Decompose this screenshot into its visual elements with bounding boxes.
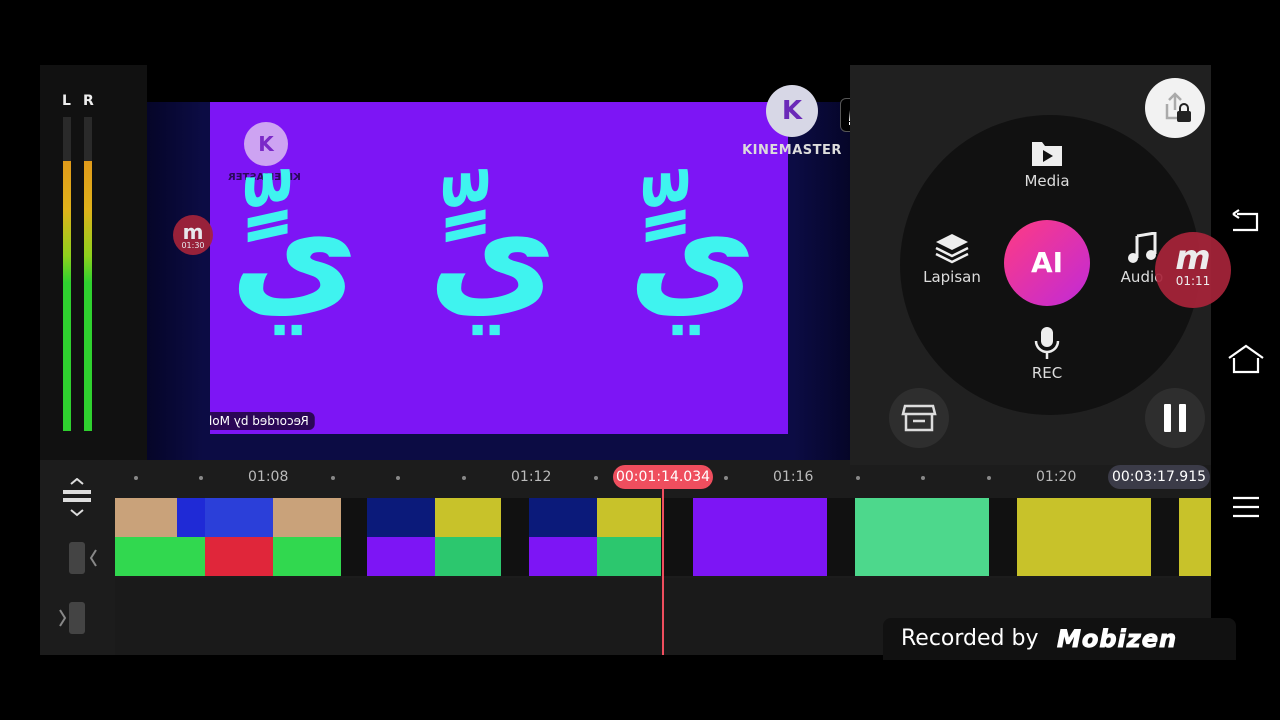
mic-icon xyxy=(1034,327,1060,359)
store-icon xyxy=(901,404,937,432)
media-button[interactable]: Media xyxy=(1015,138,1079,190)
mobizen-badge[interactable]: m 01:11 xyxy=(1155,232,1231,308)
trim-left-handle-icon[interactable] xyxy=(66,540,100,576)
share-lock-button[interactable] xyxy=(1145,78,1205,138)
ai-label: AI xyxy=(1030,246,1064,279)
track-expand-icon[interactable] xyxy=(60,478,94,518)
ai-button[interactable]: AI xyxy=(1004,220,1090,306)
meter-left-label: L xyxy=(62,93,71,109)
audio-icon xyxy=(1128,231,1157,263)
media-label: Media xyxy=(1024,172,1070,190)
ruler-dot xyxy=(199,476,203,480)
mobizen-brand: Mobizen xyxy=(1056,625,1178,654)
ruler-tick-0116: 01:16 xyxy=(773,469,814,485)
video-preview[interactable]: K KINEMASTER يٍّ يٍّ يٍّ Recorded by Mob… xyxy=(147,65,850,460)
meter-right-fill xyxy=(84,160,92,431)
share-lock-icon xyxy=(1165,92,1191,122)
kinemaster-watermark: K KINEMASTER xyxy=(739,85,845,158)
layer-button[interactable]: Lapisan xyxy=(920,232,984,286)
rec-button[interactable]: REC xyxy=(1017,326,1077,382)
home-icon[interactable] xyxy=(1227,344,1265,374)
ruler-dot xyxy=(724,476,728,480)
trim-right-handle-icon[interactable] xyxy=(56,600,90,636)
ruler-tick-0112: 01:12 xyxy=(511,469,552,485)
media-icon xyxy=(1032,142,1062,166)
ruler-dot xyxy=(331,476,335,480)
clip-thumbnail[interactable] xyxy=(693,498,827,576)
clip-thumbnail[interactable] xyxy=(435,498,501,576)
layer-label: Lapisan xyxy=(923,268,981,286)
recorded-by-banner: Recorded by Mobizen xyxy=(883,618,1236,660)
ruler-dot xyxy=(134,476,138,480)
ruler-dot xyxy=(594,476,598,480)
playhead[interactable] xyxy=(662,477,664,655)
meter-right-bar xyxy=(84,117,92,431)
ruler-tick-0108: 01:08 xyxy=(248,469,289,485)
video-frame: K KINEMASTER يٍّ يٍّ يٍّ Recorded by Mob… xyxy=(210,102,788,434)
back-icon[interactable] xyxy=(1229,208,1261,234)
recorded-by-label: Recorded by xyxy=(901,626,1039,651)
mobizen-badge-time: 01:11 xyxy=(1175,274,1211,288)
clip-thumbnail[interactable] xyxy=(115,498,177,576)
mini-badge-time: 01:30 xyxy=(181,241,205,250)
ruler-dot xyxy=(856,476,860,480)
clip-thumbnail[interactable] xyxy=(273,498,341,576)
clip-thumbnail[interactable] xyxy=(1179,498,1211,576)
glyph-1: يٍّ xyxy=(230,172,359,335)
meter-right-label: R xyxy=(83,93,94,109)
layers-icon xyxy=(935,234,969,264)
clip-thumbnail[interactable] xyxy=(205,498,273,576)
rec-label: REC xyxy=(1031,364,1063,382)
pause-button[interactable] xyxy=(1145,388,1205,448)
crown-icon[interactable] xyxy=(840,98,850,132)
mini-kinemaster-logo: K xyxy=(244,122,288,166)
meter-left-fill xyxy=(63,160,71,431)
ruler-dot xyxy=(921,476,925,480)
ruler-dot xyxy=(462,476,466,480)
audio-meter: L R xyxy=(40,65,147,460)
kinemaster-watermark-label: KINEMASTER xyxy=(742,143,842,158)
ruler-tick-0120: 01:20 xyxy=(1036,469,1077,485)
total-time-badge: 00:03:17.915 xyxy=(1108,465,1210,489)
kinemaster-logo-icon: K xyxy=(766,85,818,137)
clip-thumbnail[interactable] xyxy=(529,498,597,576)
asset-store-button[interactable] xyxy=(889,388,949,448)
glyph-2: يٍّ xyxy=(428,172,557,335)
clip-thumbnail[interactable] xyxy=(367,498,435,576)
ruler-dot xyxy=(396,476,400,480)
clip-thumbnail[interactable] xyxy=(855,498,989,576)
mini-mobizen-badge: m 01:30 xyxy=(173,215,213,255)
menu-icon[interactable] xyxy=(1231,494,1261,520)
pause-icon xyxy=(1164,404,1186,432)
clip-thumbnail[interactable] xyxy=(1017,498,1151,576)
glyph-3: يٍّ xyxy=(628,172,757,335)
clip-thumbnail[interactable] xyxy=(597,498,661,576)
clip-thumbnail[interactable] xyxy=(177,498,205,576)
meter-left-bar xyxy=(63,117,71,431)
mini-recorded-label: Recorded by Mobizen xyxy=(210,412,315,430)
ruler-dot xyxy=(987,476,991,480)
